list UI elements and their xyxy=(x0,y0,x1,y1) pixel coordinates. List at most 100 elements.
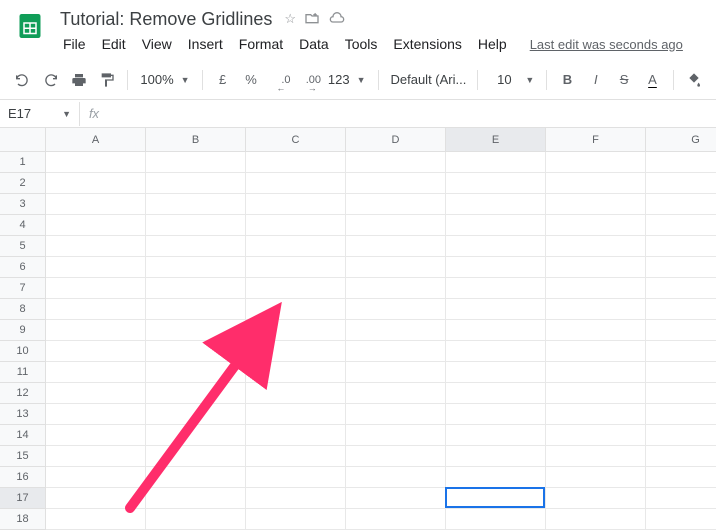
number-format-select[interactable]: 123▼ xyxy=(324,67,370,93)
cell[interactable] xyxy=(346,299,446,320)
spreadsheet-grid[interactable]: ABCDEFG 123456789101112131415161718 xyxy=(0,128,716,512)
document-title[interactable]: Tutorial: Remove Gridlines xyxy=(56,7,276,32)
cell[interactable] xyxy=(46,425,146,446)
cell[interactable] xyxy=(646,215,716,236)
cell[interactable] xyxy=(346,488,446,509)
cell[interactable] xyxy=(546,173,646,194)
cell[interactable] xyxy=(446,194,546,215)
column-header[interactable]: C xyxy=(246,128,346,152)
cell[interactable] xyxy=(646,173,716,194)
cell[interactable] xyxy=(546,488,646,509)
cell[interactable] xyxy=(46,341,146,362)
cell[interactable] xyxy=(346,320,446,341)
cell[interactable] xyxy=(246,341,346,362)
selected-cell[interactable] xyxy=(445,487,545,508)
zoom-select[interactable]: 100%▼ xyxy=(136,67,193,93)
currency-button[interactable]: £ xyxy=(210,67,234,93)
cell[interactable] xyxy=(646,194,716,215)
select-all-corner[interactable] xyxy=(0,128,46,152)
italic-button[interactable]: I xyxy=(584,67,608,93)
menu-format[interactable]: Format xyxy=(232,33,290,55)
column-header[interactable]: B xyxy=(146,128,246,152)
cell[interactable] xyxy=(546,257,646,278)
cell[interactable] xyxy=(346,278,446,299)
row-header[interactable]: 2 xyxy=(0,173,46,194)
cell[interactable] xyxy=(346,236,446,257)
cell[interactable] xyxy=(446,362,546,383)
row-header[interactable]: 8 xyxy=(0,299,46,320)
cell[interactable] xyxy=(446,299,546,320)
decrease-decimal-button[interactable]: .0← xyxy=(267,67,291,93)
cell[interactable] xyxy=(246,215,346,236)
cell[interactable] xyxy=(146,299,246,320)
row-header[interactable]: 12 xyxy=(0,383,46,404)
sheets-logo[interactable] xyxy=(10,6,50,46)
cell[interactable] xyxy=(146,236,246,257)
text-color-button[interactable]: A xyxy=(640,67,664,93)
cell[interactable] xyxy=(46,446,146,467)
cell[interactable] xyxy=(146,215,246,236)
menu-file[interactable]: File xyxy=(56,33,93,55)
row-header[interactable]: 6 xyxy=(0,257,46,278)
cell[interactable] xyxy=(546,446,646,467)
menu-tools[interactable]: Tools xyxy=(338,33,385,55)
cell[interactable] xyxy=(646,446,716,467)
cell[interactable] xyxy=(246,488,346,509)
row-header[interactable]: 4 xyxy=(0,215,46,236)
cell[interactable] xyxy=(246,194,346,215)
undo-button[interactable] xyxy=(10,67,34,93)
row-header[interactable]: 5 xyxy=(0,236,46,257)
cell[interactable] xyxy=(446,404,546,425)
print-button[interactable] xyxy=(67,67,91,93)
cell[interactable] xyxy=(146,278,246,299)
cell[interactable] xyxy=(546,215,646,236)
row-header[interactable]: 9 xyxy=(0,320,46,341)
increase-decimal-button[interactable]: .00→ xyxy=(296,67,320,93)
column-header[interactable]: F xyxy=(546,128,646,152)
row-header[interactable]: 13 xyxy=(0,404,46,425)
bold-button[interactable]: B xyxy=(555,67,579,93)
cell[interactable] xyxy=(546,320,646,341)
cell[interactable] xyxy=(346,341,446,362)
cell[interactable] xyxy=(646,488,716,509)
cell[interactable] xyxy=(546,236,646,257)
font-size-select[interactable]: 10▼ xyxy=(486,67,538,93)
cell[interactable] xyxy=(646,236,716,257)
menu-help[interactable]: Help xyxy=(471,33,514,55)
cell[interactable] xyxy=(246,362,346,383)
row-header[interactable]: 3 xyxy=(0,194,46,215)
paint-format-button[interactable] xyxy=(95,67,119,93)
cell[interactable] xyxy=(146,152,246,173)
row-header[interactable]: 11 xyxy=(0,362,46,383)
cell[interactable] xyxy=(346,383,446,404)
cell[interactable] xyxy=(46,236,146,257)
menu-insert[interactable]: Insert xyxy=(181,33,230,55)
cell[interactable] xyxy=(346,446,446,467)
column-header[interactable]: D xyxy=(346,128,446,152)
fill-color-button[interactable] xyxy=(682,67,706,93)
cell[interactable] xyxy=(646,467,716,488)
cell[interactable] xyxy=(146,173,246,194)
cell[interactable] xyxy=(46,278,146,299)
cell[interactable] xyxy=(646,299,716,320)
menu-view[interactable]: View xyxy=(135,33,179,55)
cell[interactable] xyxy=(446,383,546,404)
cell[interactable] xyxy=(246,152,346,173)
cell[interactable] xyxy=(446,320,546,341)
cell[interactable] xyxy=(46,194,146,215)
cell[interactable] xyxy=(446,278,546,299)
strikethrough-button[interactable]: S xyxy=(612,67,636,93)
cell[interactable] xyxy=(146,425,246,446)
cell[interactable] xyxy=(146,341,246,362)
cell[interactable] xyxy=(246,257,346,278)
cell[interactable] xyxy=(346,215,446,236)
cell[interactable] xyxy=(46,173,146,194)
cell[interactable] xyxy=(546,341,646,362)
row-header[interactable]: 17 xyxy=(0,488,46,509)
cell[interactable] xyxy=(446,425,546,446)
cell[interactable] xyxy=(646,152,716,173)
cell[interactable] xyxy=(646,383,716,404)
cell[interactable] xyxy=(46,215,146,236)
cell[interactable] xyxy=(146,404,246,425)
cell[interactable] xyxy=(146,488,246,509)
